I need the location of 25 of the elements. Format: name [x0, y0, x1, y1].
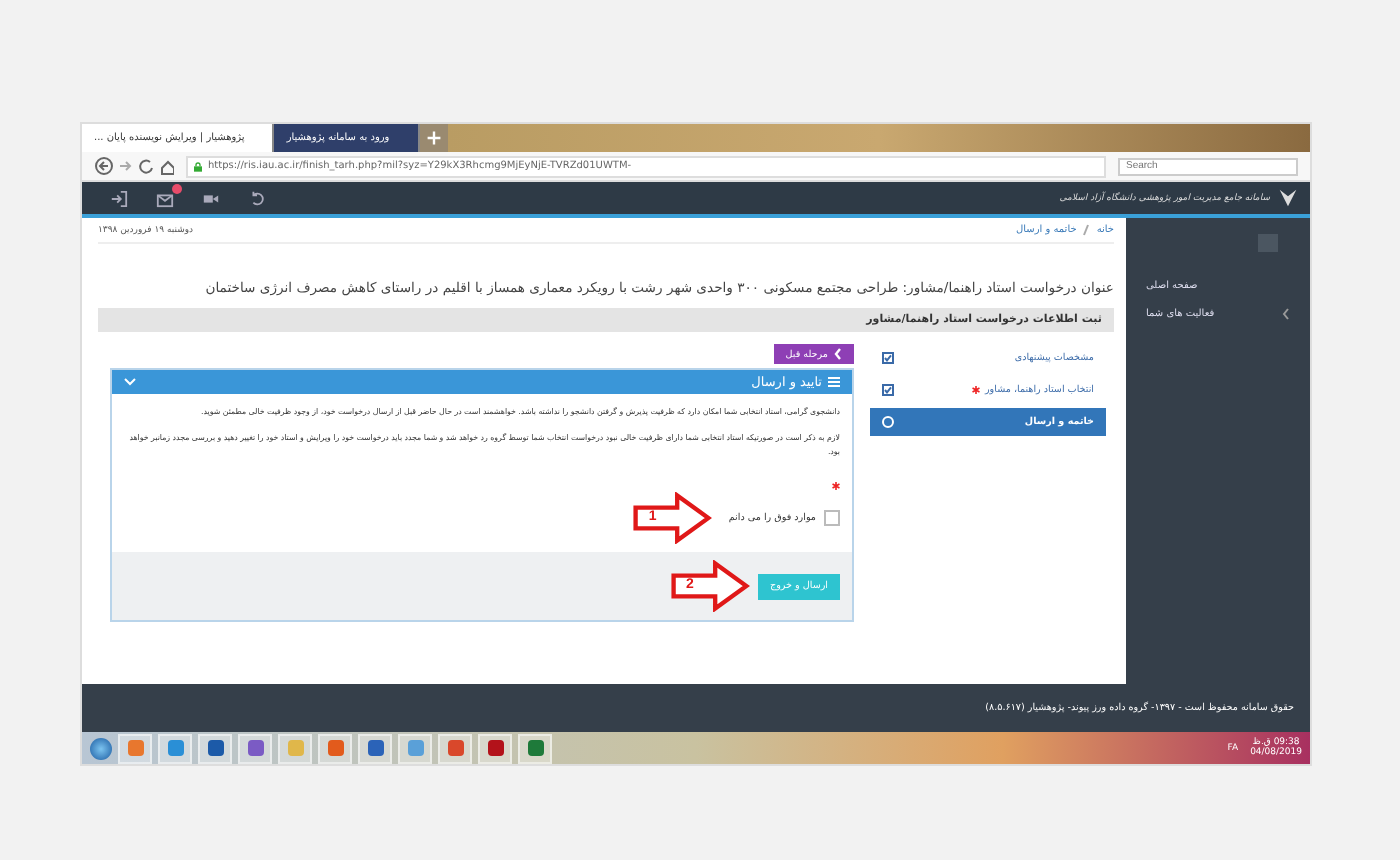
lock-icon	[194, 161, 202, 171]
app-icon[interactable]	[478, 733, 512, 763]
undo-icon[interactable]	[248, 189, 266, 207]
app-icon[interactable]	[198, 733, 232, 763]
navigation-icons[interactable]	[94, 156, 174, 176]
annotation-arrow	[632, 492, 713, 545]
checkbox[interactable]	[824, 510, 840, 527]
start-icon[interactable]	[90, 737, 112, 759]
app-icon[interactable]	[358, 733, 392, 763]
app-icon[interactable]	[238, 733, 272, 763]
chevron-icon	[834, 348, 842, 360]
breadcrumb-separator	[1082, 224, 1091, 236]
annotation-arrow	[669, 560, 750, 613]
chevron-down-icon[interactable]	[124, 378, 136, 387]
app-icon[interactable]	[438, 733, 472, 763]
envelope-icon[interactable]	[156, 189, 174, 207]
app-icon[interactable]	[118, 733, 152, 763]
app-icon[interactable]	[518, 733, 552, 763]
exit-icon[interactable]	[110, 189, 128, 207]
app-icon[interactable]	[318, 733, 352, 763]
plus-icon[interactable]	[419, 124, 448, 152]
list-icon	[828, 376, 840, 389]
app-icon[interactable]	[158, 733, 192, 763]
university-logo-icon	[1278, 188, 1298, 208]
video-icon[interactable]	[202, 189, 220, 207]
